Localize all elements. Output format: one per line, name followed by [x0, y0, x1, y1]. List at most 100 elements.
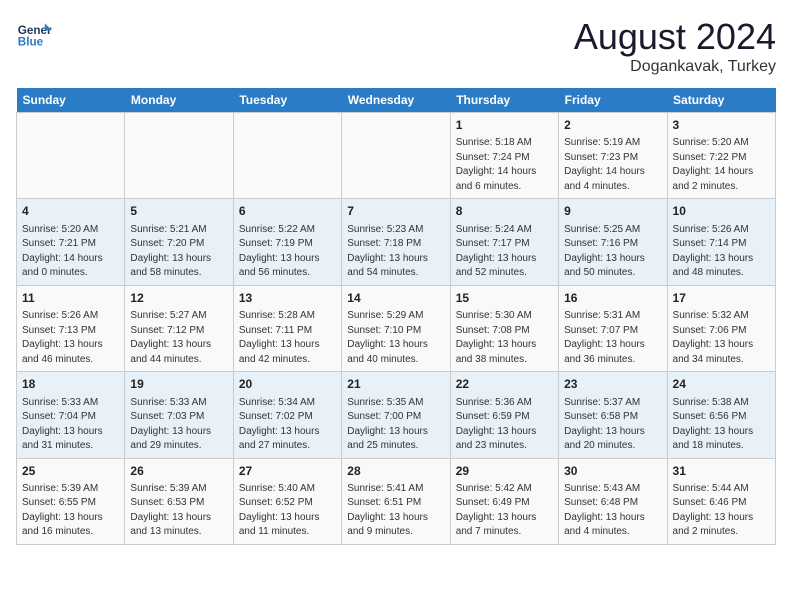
- calendar-day: 29 Sunrise: 5:42 AM Sunset: 6:49 PM Dayli…: [450, 458, 558, 544]
- day-info: Sunrise: 5:19 AM Sunset: 7:23 PM Dayligh…: [564, 136, 661, 194]
- day-number: 8: [456, 203, 553, 220]
- day-number: 2: [564, 117, 661, 134]
- calendar-day: [342, 113, 450, 199]
- calendar-day: 19 Sunrise: 5:33 AM Sunset: 7:03 PM Dayli…: [125, 372, 233, 458]
- calendar-day: 1 Sunrise: 5:18 AM Sunset: 7:24 PM Daylig…: [450, 113, 558, 199]
- day-info: Sunrise: 5:31 AM Sunset: 7:07 PM Dayligh…: [564, 309, 661, 367]
- day-number: 24: [673, 376, 770, 393]
- day-info: Sunrise: 5:30 AM Sunset: 7:08 PM Dayligh…: [456, 309, 553, 367]
- page-header: General Blue August 2024 Dogankavak, Tur…: [16, 16, 776, 76]
- location-subtitle: Dogankavak, Turkey: [574, 58, 776, 76]
- day-info: Sunrise: 5:28 AM Sunset: 7:11 PM Dayligh…: [239, 309, 336, 367]
- calendar-day: 6 Sunrise: 5:22 AM Sunset: 7:19 PM Daylig…: [233, 199, 341, 285]
- day-info: Sunrise: 5:34 AM Sunset: 7:02 PM Dayligh…: [239, 396, 336, 454]
- calendar-day: 7 Sunrise: 5:23 AM Sunset: 7:18 PM Daylig…: [342, 199, 450, 285]
- day-info: Sunrise: 5:25 AM Sunset: 7:16 PM Dayligh…: [564, 223, 661, 281]
- weekday-header-monday: Monday: [125, 88, 233, 113]
- day-number: 14: [347, 290, 444, 307]
- day-number: 3: [673, 117, 770, 134]
- logo: General Blue: [16, 16, 52, 52]
- day-info: Sunrise: 5:36 AM Sunset: 6:59 PM Dayligh…: [456, 396, 553, 454]
- day-number: 19: [130, 376, 227, 393]
- day-info: Sunrise: 5:38 AM Sunset: 6:56 PM Dayligh…: [673, 396, 770, 454]
- day-number: 16: [564, 290, 661, 307]
- calendar-week-4: 18 Sunrise: 5:33 AM Sunset: 7:04 PM Dayli…: [17, 372, 776, 458]
- calendar-table: SundayMondayTuesdayWednesdayThursdayFrid…: [16, 88, 776, 545]
- calendar-day: 14 Sunrise: 5:29 AM Sunset: 7:10 PM Dayli…: [342, 285, 450, 371]
- weekday-header-friday: Friday: [559, 88, 667, 113]
- calendar-day: 31 Sunrise: 5:44 AM Sunset: 6:46 PM Dayli…: [667, 458, 775, 544]
- day-info: Sunrise: 5:32 AM Sunset: 7:06 PM Dayligh…: [673, 309, 770, 367]
- day-info: Sunrise: 5:26 AM Sunset: 7:13 PM Dayligh…: [22, 309, 119, 367]
- calendar-day: 30Sunrise: 5:43 AM Sunset: 6:48 PM Dayli…: [559, 458, 667, 544]
- calendar-day: 27 Sunrise: 5:40 AM Sunset: 6:52 PM Dayli…: [233, 458, 341, 544]
- day-number: 6: [239, 203, 336, 220]
- day-number: 9: [564, 203, 661, 220]
- calendar-day: [233, 113, 341, 199]
- calendar-day: 16 Sunrise: 5:31 AM Sunset: 7:07 PM Dayli…: [559, 285, 667, 371]
- calendar-day: 11 Sunrise: 5:26 AM Sunset: 7:13 PM Dayli…: [17, 285, 125, 371]
- calendar-day: 28Sunrise: 5:41 AM Sunset: 6:51 PM Dayli…: [342, 458, 450, 544]
- day-number: 10: [673, 203, 770, 220]
- day-info: Sunrise: 5:23 AM Sunset: 7:18 PM Dayligh…: [347, 223, 444, 281]
- calendar-day: 12Sunrise: 5:27 AM Sunset: 7:12 PM Dayli…: [125, 285, 233, 371]
- day-info: Sunrise: 5:21 AM Sunset: 7:20 PM Dayligh…: [130, 223, 227, 281]
- day-number: 5: [130, 203, 227, 220]
- day-info: Sunrise: 5:39 AM Sunset: 6:53 PM Dayligh…: [130, 482, 227, 540]
- calendar-week-1: 1 Sunrise: 5:18 AM Sunset: 7:24 PM Daylig…: [17, 113, 776, 199]
- calendar-day: 20 Sunrise: 5:34 AM Sunset: 7:02 PM Dayli…: [233, 372, 341, 458]
- day-info: Sunrise: 5:18 AM Sunset: 7:24 PM Dayligh…: [456, 136, 553, 194]
- day-number: 31: [673, 463, 770, 480]
- day-info: Sunrise: 5:20 AM Sunset: 7:22 PM Dayligh…: [673, 136, 770, 194]
- calendar-day: 5 Sunrise: 5:21 AM Sunset: 7:20 PM Daylig…: [125, 199, 233, 285]
- day-info: Sunrise: 5:29 AM Sunset: 7:10 PM Dayligh…: [347, 309, 444, 367]
- day-info: Sunrise: 5:44 AM Sunset: 6:46 PM Dayligh…: [673, 482, 770, 540]
- day-info: Sunrise: 5:24 AM Sunset: 7:17 PM Dayligh…: [456, 223, 553, 281]
- day-number: 22: [456, 376, 553, 393]
- calendar-day: 24 Sunrise: 5:38 AM Sunset: 6:56 PM Dayli…: [667, 372, 775, 458]
- calendar-week-5: 25 Sunrise: 5:39 AM Sunset: 6:55 PM Dayli…: [17, 458, 776, 544]
- weekday-header-saturday: Saturday: [667, 88, 775, 113]
- day-number: 7: [347, 203, 444, 220]
- calendar-day: 8 Sunrise: 5:24 AM Sunset: 7:17 PM Daylig…: [450, 199, 558, 285]
- day-info: Sunrise: 5:35 AM Sunset: 7:00 PM Dayligh…: [347, 396, 444, 454]
- day-info: Sunrise: 5:26 AM Sunset: 7:14 PM Dayligh…: [673, 223, 770, 281]
- calendar-day: 17 Sunrise: 5:32 AM Sunset: 7:06 PM Dayli…: [667, 285, 775, 371]
- day-number: 17: [673, 290, 770, 307]
- day-number: 18: [22, 376, 119, 393]
- calendar-day: 3 Sunrise: 5:20 AM Sunset: 7:22 PM Daylig…: [667, 113, 775, 199]
- day-info: Sunrise: 5:41 AM Sunset: 6:51 PM Dayligh…: [347, 482, 444, 540]
- day-info: Sunrise: 5:39 AM Sunset: 6:55 PM Dayligh…: [22, 482, 119, 540]
- month-title: August 2024: [574, 16, 776, 58]
- calendar-day: 21 Sunrise: 5:35 AM Sunset: 7:00 PM Dayli…: [342, 372, 450, 458]
- weekday-header-thursday: Thursday: [450, 88, 558, 113]
- day-number: 27: [239, 463, 336, 480]
- weekday-header-tuesday: Tuesday: [233, 88, 341, 113]
- calendar-day: 10 Sunrise: 5:26 AM Sunset: 7:14 PM Dayli…: [667, 199, 775, 285]
- day-info: Sunrise: 5:43 AM Sunset: 6:48 PM Dayligh…: [564, 482, 661, 540]
- day-number: 13: [239, 290, 336, 307]
- calendar-week-2: 4Sunrise: 5:20 AM Sunset: 7:21 PM Daylig…: [17, 199, 776, 285]
- day-info: Sunrise: 5:42 AM Sunset: 6:49 PM Dayligh…: [456, 482, 553, 540]
- day-info: Sunrise: 5:33 AM Sunset: 7:03 PM Dayligh…: [130, 396, 227, 454]
- day-number: 21: [347, 376, 444, 393]
- day-number: 20: [239, 376, 336, 393]
- calendar-day: 15 Sunrise: 5:30 AM Sunset: 7:08 PM Dayli…: [450, 285, 558, 371]
- calendar-day: 22 Sunrise: 5:36 AM Sunset: 6:59 PM Dayli…: [450, 372, 558, 458]
- calendar-week-3: 11 Sunrise: 5:26 AM Sunset: 7:13 PM Dayli…: [17, 285, 776, 371]
- logo-icon: General Blue: [16, 16, 52, 52]
- day-number: 15: [456, 290, 553, 307]
- svg-text:Blue: Blue: [18, 36, 44, 49]
- calendar-day: 4Sunrise: 5:20 AM Sunset: 7:21 PM Daylig…: [17, 199, 125, 285]
- day-info: Sunrise: 5:40 AM Sunset: 6:52 PM Dayligh…: [239, 482, 336, 540]
- calendar-day: [17, 113, 125, 199]
- calendar-header: SundayMondayTuesdayWednesdayThursdayFrid…: [17, 88, 776, 113]
- day-number: 29: [456, 463, 553, 480]
- day-info: Sunrise: 5:33 AM Sunset: 7:04 PM Dayligh…: [22, 396, 119, 454]
- weekday-header-wednesday: Wednesday: [342, 88, 450, 113]
- day-number: 1: [456, 117, 553, 134]
- title-block: August 2024 Dogankavak, Turkey: [574, 16, 776, 76]
- day-number: 25: [22, 463, 119, 480]
- day-number: 11: [22, 290, 119, 307]
- day-info: Sunrise: 5:22 AM Sunset: 7:19 PM Dayligh…: [239, 223, 336, 281]
